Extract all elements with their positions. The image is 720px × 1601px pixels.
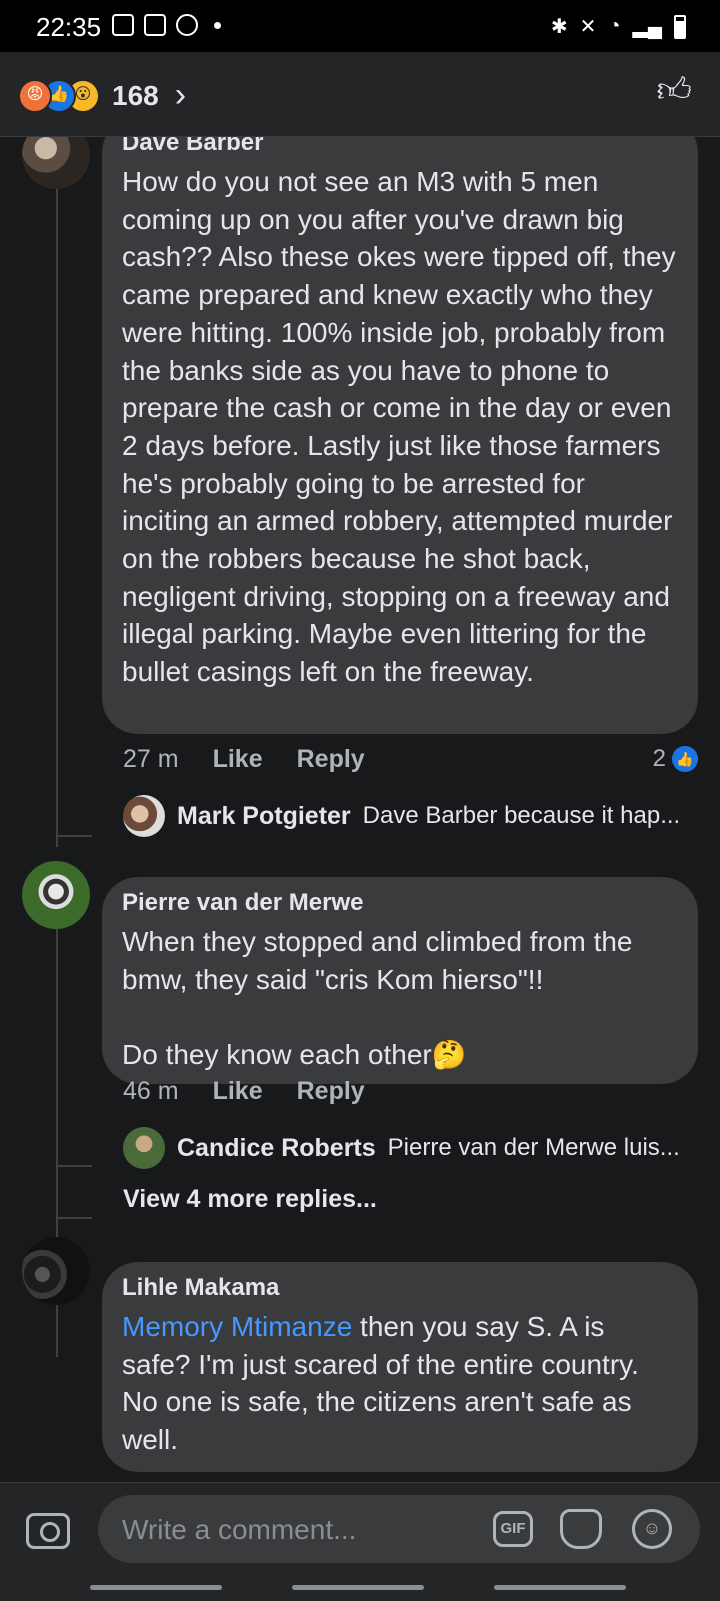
comment-actions: 46 m Like Reply — [123, 1077, 365, 1106]
more-notifications-dot-icon — [214, 21, 221, 29]
comment-input[interactable] — [120, 1495, 464, 1565]
angry-reaction-icon: 😡 — [18, 78, 52, 113]
reply-preview[interactable]: Candice Roberts Pierre van der Merwe lui… — [123, 1127, 693, 1169]
like-post-button[interactable]: 👍︎ — [656, 70, 692, 111]
status-bar: 22:35 ✱ ✕ ◔ ▂▄ — [0, 0, 720, 52]
avatar[interactable] — [22, 861, 90, 929]
bluetooth-icon: ✱ — [550, 16, 568, 38]
nav-back-button[interactable] — [494, 1585, 626, 1590]
thread-connector — [56, 1165, 92, 1167]
thread-connector — [56, 1217, 92, 1219]
gallery-notification-icon — [112, 14, 134, 36]
like-button[interactable]: Like — [213, 1077, 263, 1106]
system-nav-bar — [0, 1581, 720, 1601]
comment-bubble: Dave Barber How do you not see an M3 wit… — [102, 137, 698, 734]
status-time: 22:35 — [36, 12, 102, 42]
comment-reaction-count: 2 — [652, 745, 666, 772]
emoji-icon[interactable]: ☺ — [632, 1509, 672, 1549]
reply-text: Dave Barber because it hap... — [362, 802, 681, 829]
comment-author[interactable]: Dave Barber — [122, 137, 678, 157]
comment-time: 46 m — [123, 1077, 179, 1105]
comment-reactions[interactable]: 2 👍 — [653, 745, 698, 773]
view-more-replies-link[interactable]: View 4 more replies... — [123, 1185, 377, 1214]
comment-author[interactable]: Pierre van der Merwe — [122, 889, 678, 917]
reply-author: Candice Roberts — [177, 1133, 376, 1162]
mute-icon: ✕ — [579, 16, 597, 38]
reactions-summary[interactable]: 😡 👍 😮 168 › — [18, 76, 186, 115]
comment-bubble: Lihle Makama Memory Mtimanze then you sa… — [102, 1262, 698, 1472]
comments-list[interactable]: Dave Barber How do you not see an M3 wit… — [0, 137, 720, 1482]
like-reaction-icon: 👍 — [672, 746, 698, 772]
wifi-icon: ◔ — [608, 15, 621, 37]
thread-line — [56, 187, 58, 847]
comment-time: 27 m — [123, 745, 179, 773]
comment-actions: 27 m Like Reply — [123, 745, 365, 774]
comment-author[interactable]: Lihle Makama — [122, 1274, 678, 1302]
chevron-right-icon: › — [174, 76, 187, 114]
reply-preview[interactable]: Mark Potgieter Dave Barber because it ha… — [123, 795, 693, 837]
battery-icon — [674, 14, 686, 39]
comment-input-wrapper: GIF ☺ — [98, 1495, 700, 1565]
like-button[interactable]: Like — [213, 745, 263, 774]
avatar[interactable] — [22, 1237, 90, 1305]
app-notification-icon — [144, 14, 166, 36]
comment-composer: GIF ☺ — [0, 1482, 720, 1601]
comment-bubble: Pierre van der Merwe When they stopped a… — [102, 877, 698, 1084]
reactions-header: 😡 👍 😮 168 › 👍︎ — [0, 52, 720, 137]
nav-home-button[interactable] — [292, 1585, 424, 1590]
reply-button[interactable]: Reply — [297, 1077, 365, 1106]
reply-text: Pierre van der Merwe luis... — [387, 1134, 680, 1161]
avatar[interactable] — [22, 137, 90, 189]
signal-icon: ▂▄ — [632, 16, 662, 38]
sticker-icon[interactable] — [560, 1509, 602, 1549]
reply-avatar — [123, 795, 165, 837]
reaction-count: 168 — [112, 79, 159, 111]
mention-link[interactable]: Memory Mtimanze — [122, 1311, 352, 1342]
reply-button[interactable]: Reply — [297, 745, 365, 774]
gif-button[interactable]: GIF — [493, 1511, 533, 1547]
thread-connector — [56, 835, 92, 837]
comment-text: How do you not see an M3 with 5 men comi… — [122, 166, 684, 688]
comment-text: When they stopped and climbed from the b… — [122, 926, 633, 1071]
comment-text: Memory Mtimanze then you say S. A is saf… — [122, 1308, 678, 1459]
messenger-notification-icon — [176, 14, 198, 36]
nav-recent-button[interactable] — [90, 1585, 222, 1590]
reply-author: Mark Potgieter — [177, 801, 351, 830]
camera-icon[interactable] — [26, 1513, 70, 1549]
reply-avatar — [123, 1127, 165, 1169]
